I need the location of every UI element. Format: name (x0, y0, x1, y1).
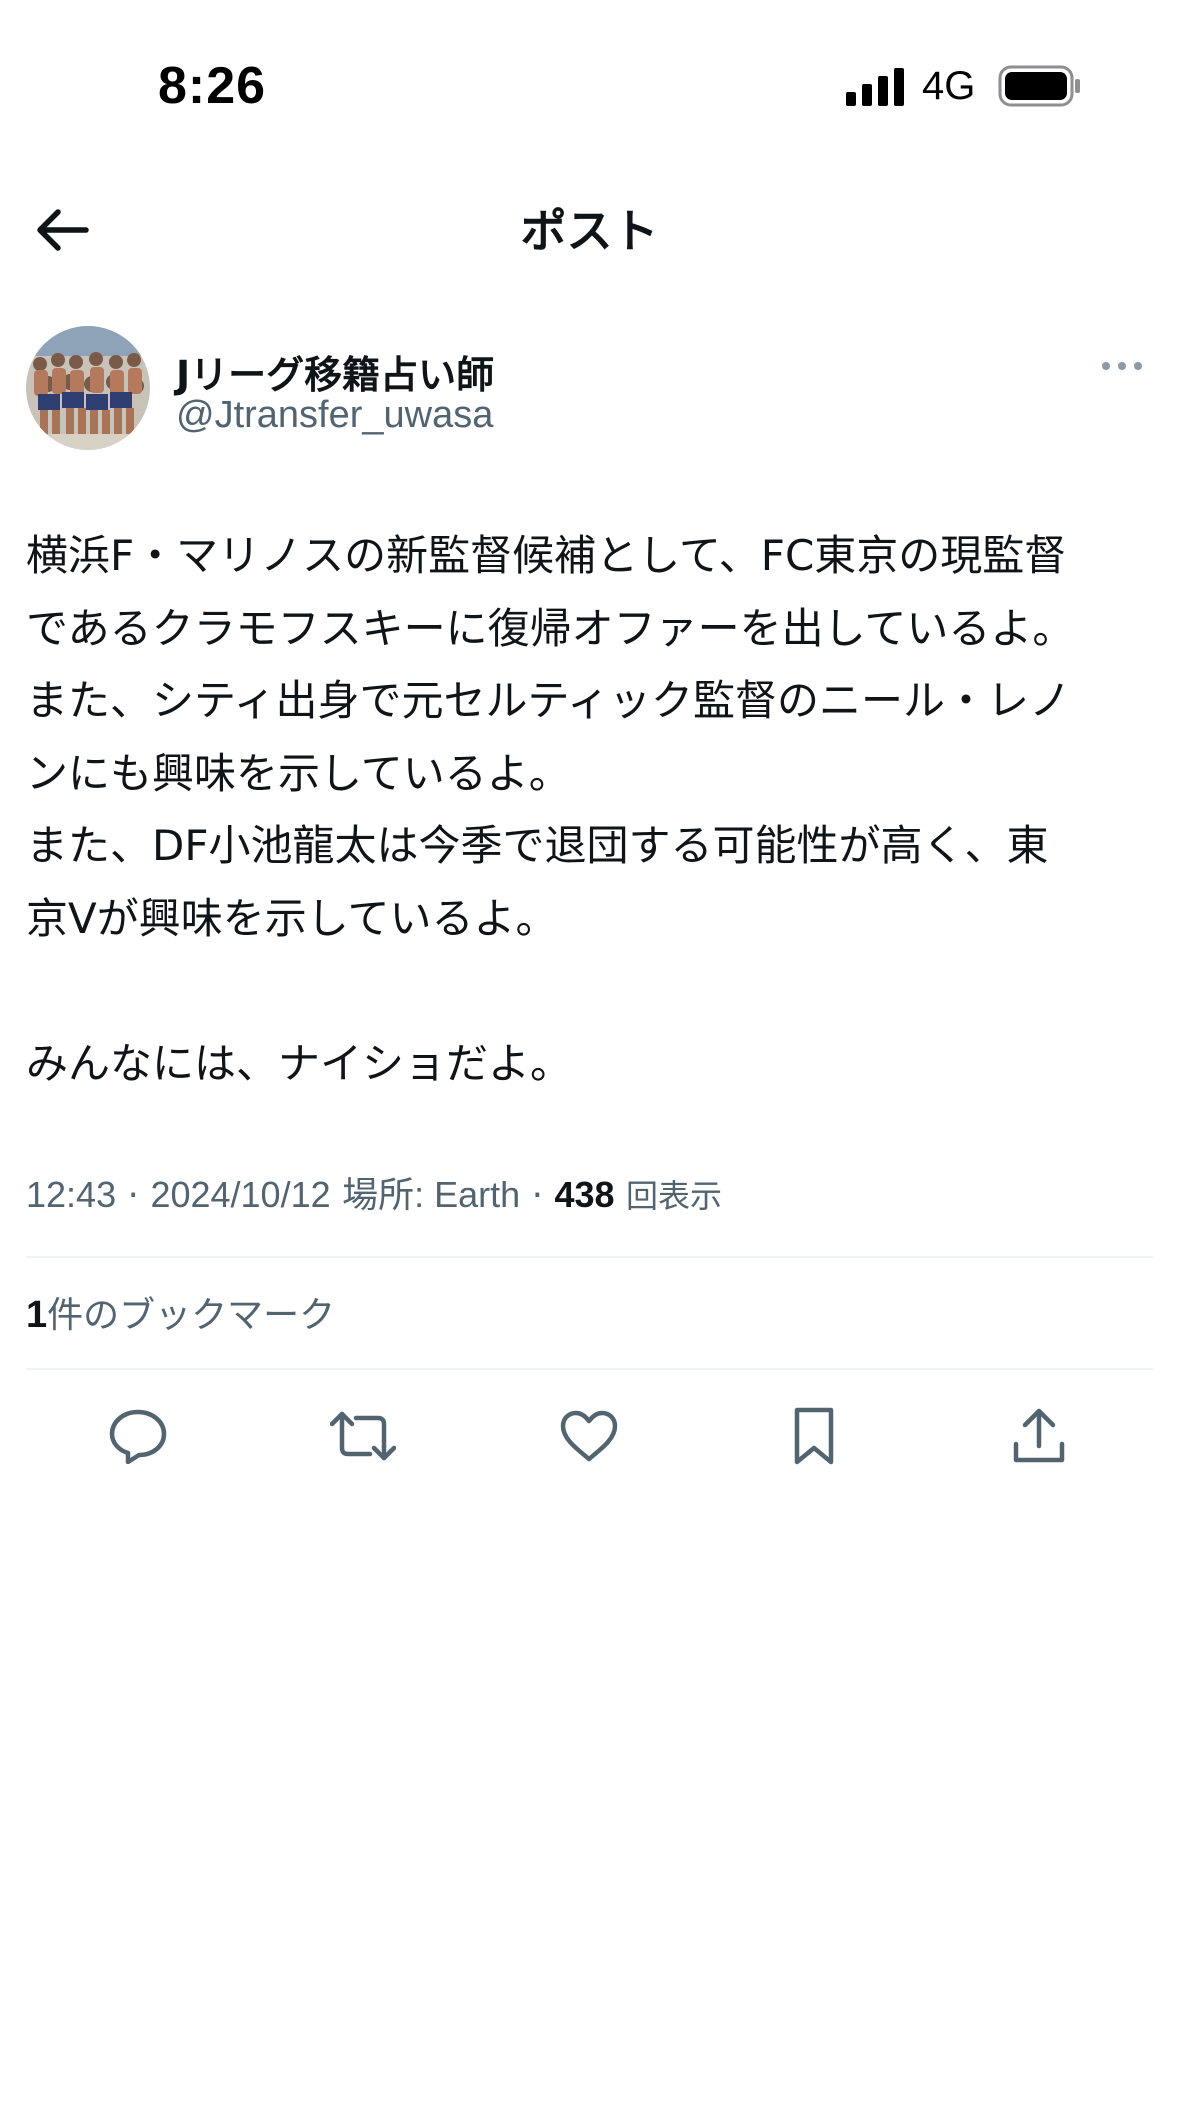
network-type-label: 4G (922, 64, 976, 108)
post-meta: 12:43 · 2024/10/12 場所: Earth · 438 回表示 (26, 1166, 1156, 1218)
post-time: 12:43 (26, 1174, 117, 1215)
avatar[interactable] (26, 326, 150, 450)
share-button[interactable] (999, 1396, 1079, 1476)
divider (26, 1256, 1153, 1258)
meta-separator: · (520, 1175, 555, 1216)
post-text-line: であるクラモフスキーに復帰オファーを出しているよ。 (26, 603, 1075, 653)
retweet-icon (330, 1411, 396, 1461)
page-title: ポスト (520, 204, 659, 258)
post-text-line: 横浜F・マリノスの新監督候補として、FC東京の現監督 (26, 531, 1067, 580)
action-bar (0, 1396, 1179, 1476)
views-label: 回表示 (626, 1177, 723, 1215)
author-handle: @Jtransfer_uwasa (176, 394, 494, 436)
post-text-line: また、シティ出身で元セルティック監督のニール・レノ (26, 676, 1071, 725)
reply-icon (109, 1409, 167, 1464)
post-text-line (26, 955, 1156, 1028)
bookmark-button[interactable] (774, 1396, 854, 1476)
bookmark-count: 1 (26, 1294, 48, 1336)
author-display-name[interactable]: Jリーグ移籍占い師 (176, 344, 494, 399)
views-count: 438 (554, 1174, 615, 1215)
post-text-line: 京Vが興味を示しているよ。 (26, 893, 558, 943)
battery-icon (998, 65, 1080, 107)
post-text-line: また、DF小池龍太は今季で退団する可能性が高く、東 (26, 821, 1049, 870)
post-text-line: みんなには、ナイショだよ。 (26, 1038, 573, 1088)
more-options-button[interactable] (1092, 346, 1152, 386)
status-time: 8:26 (158, 57, 267, 115)
status-bar: 8:26 4G (0, 0, 1179, 175)
post-location: 場所: Earth (342, 1174, 521, 1215)
divider (26, 1368, 1153, 1370)
bookmark-count-row[interactable]: 1件のブックマーク (26, 1286, 335, 1338)
post-text: 横浜F・マリノスの新監督候補として、FC東京の現監督 であるクラモフスキーに復帰… (26, 520, 1156, 1100)
author-row: Jリーグ移籍占い師 @Jtransfer_uwasa (26, 326, 1152, 456)
bookmark-count-label: 件のブックマーク (47, 1295, 336, 1336)
more-horizontal-icon (1102, 362, 1142, 370)
post-text-line: ンにも興味を示しているよ。 (26, 748, 571, 798)
reply-button[interactable] (98, 1396, 178, 1476)
bookmark-icon (794, 1407, 834, 1465)
retweet-button[interactable] (323, 1396, 403, 1476)
share-icon (1013, 1408, 1065, 1463)
cellular-signal-icon (846, 68, 904, 106)
avatar-image (26, 326, 150, 450)
post-header: ポスト (0, 175, 1179, 285)
post-date: 2024/10/12 (150, 1174, 331, 1215)
like-icon (560, 1410, 618, 1462)
meta-separator: · (116, 1175, 151, 1216)
like-button[interactable] (549, 1396, 629, 1476)
